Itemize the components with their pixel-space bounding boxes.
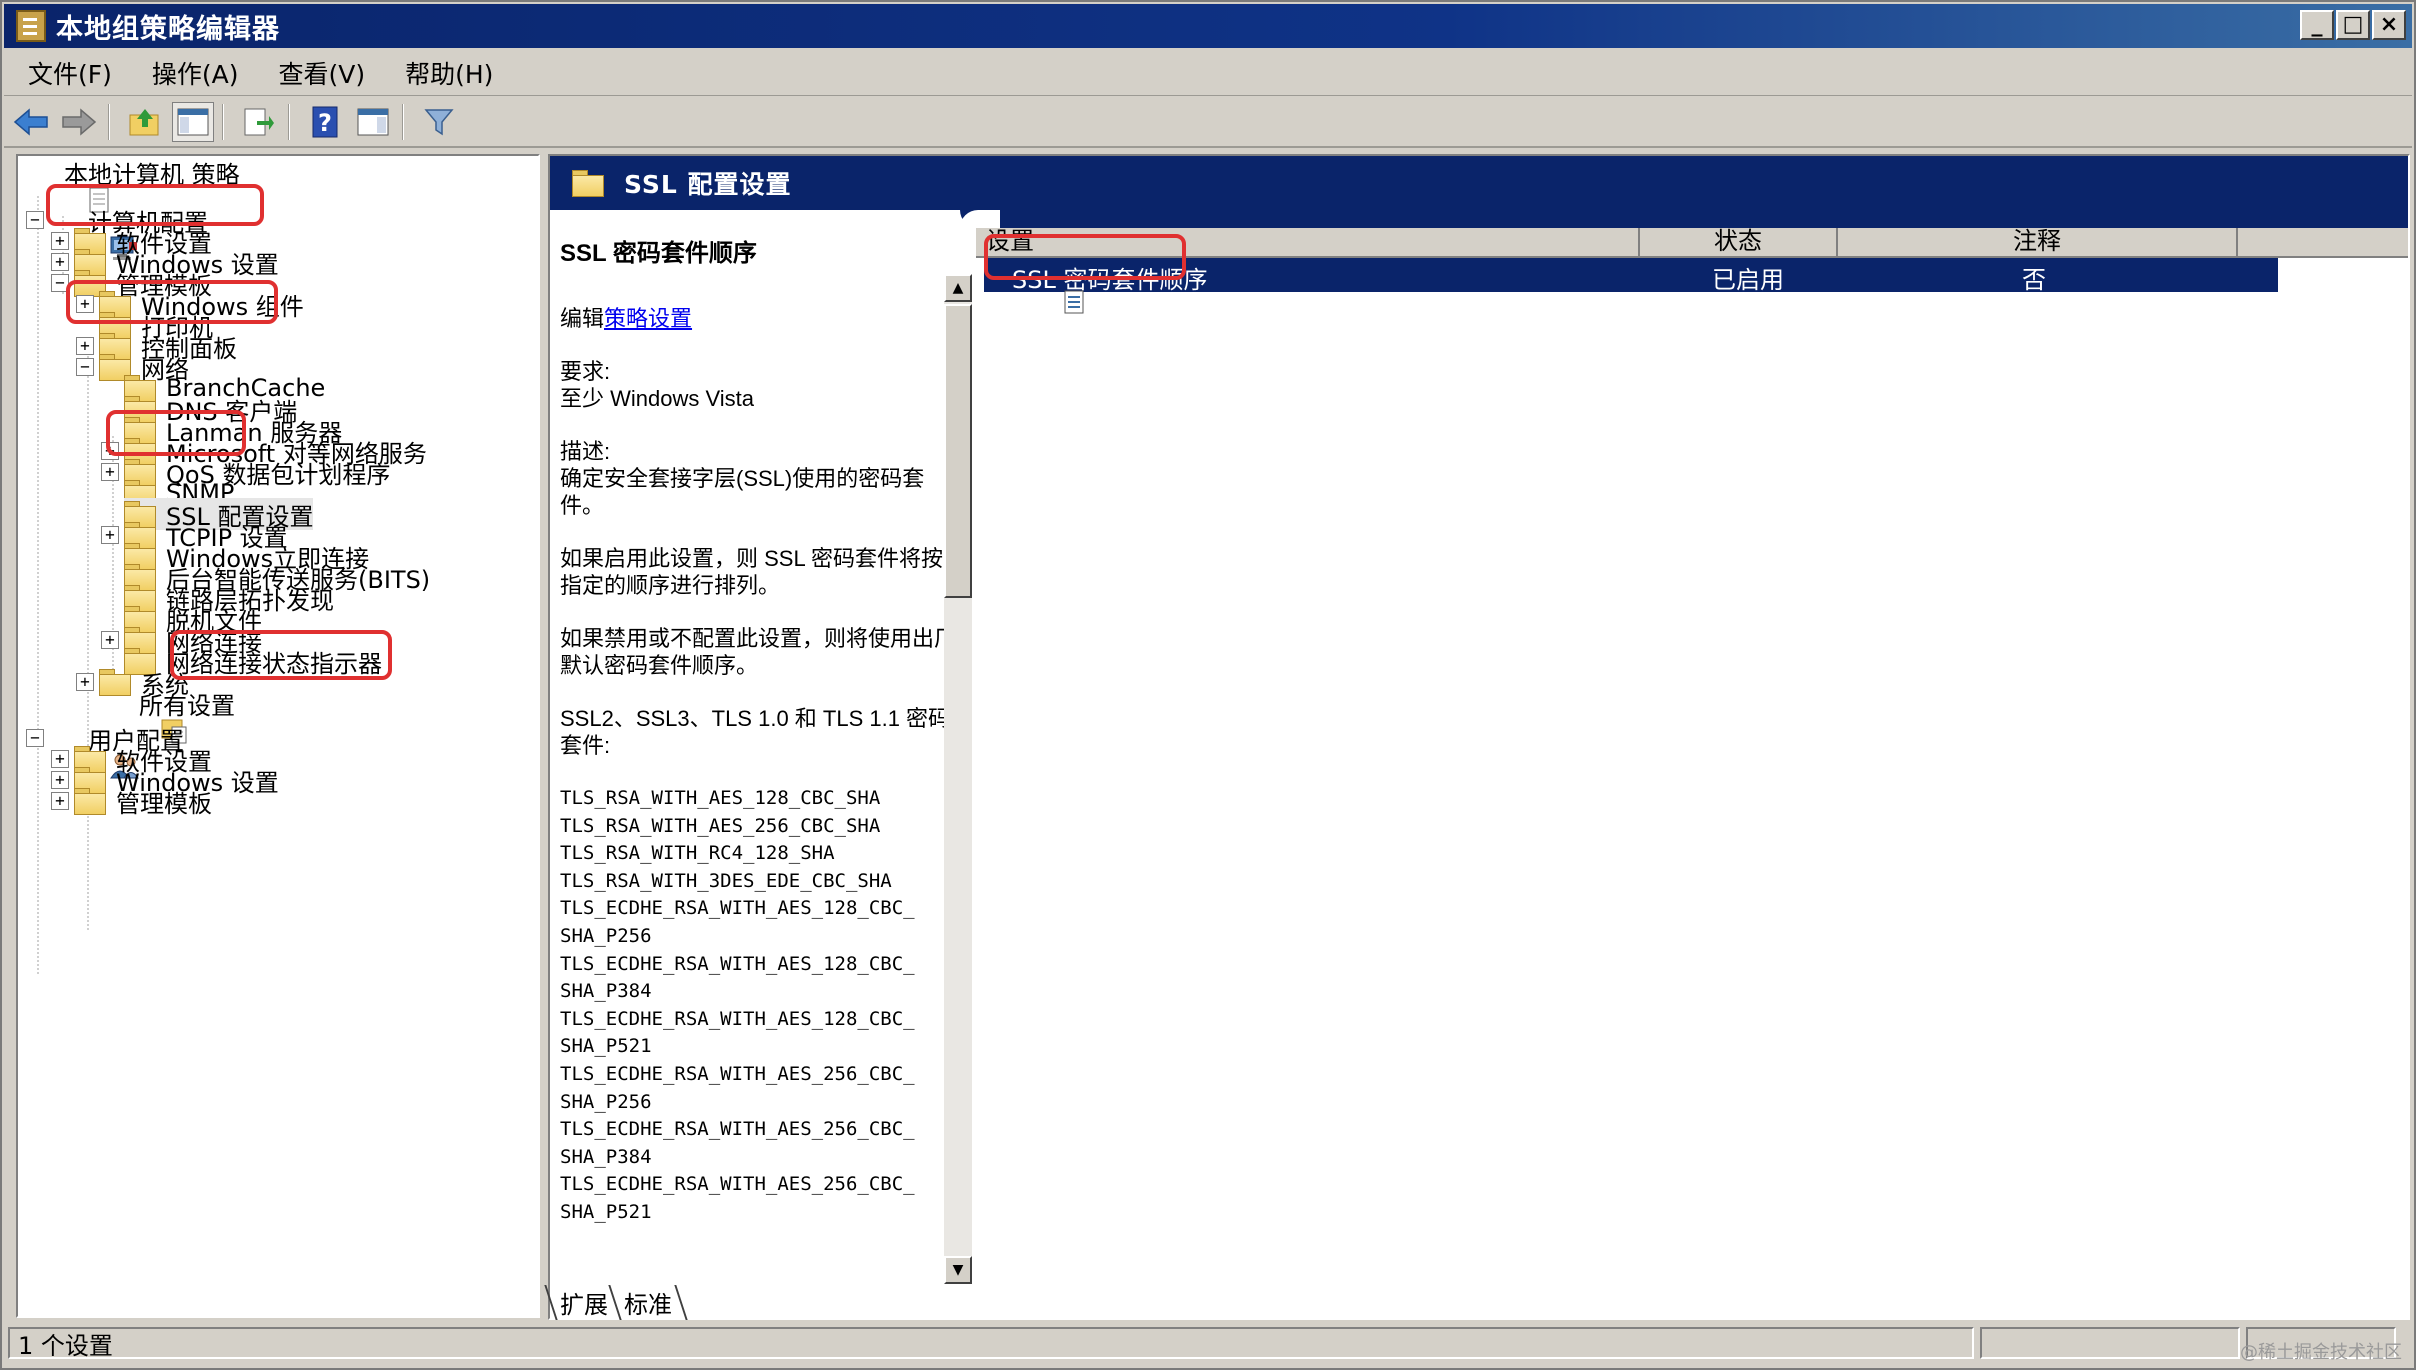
tree-item-label: 管理模板 — [116, 789, 212, 818]
console-tree[interactable]: 本地计算机 策略 − 计算机配置 + 软件设置 + Windows 设置 − 管… — [16, 154, 540, 1318]
edit-policy-line: 编辑策略设置 — [560, 305, 960, 332]
up-folder-icon[interactable] — [124, 102, 166, 142]
settings-list: 设置 状态 注释 SSL 密码套件顺序 已启用 否 — [976, 227, 2408, 1288]
cipher-suite-list: TLS_RSA_WITH_AES_128_CBC_SHA TLS_RSA_WIT… — [560, 787, 915, 1223]
edit-policy-link[interactable]: 策略设置 — [604, 306, 692, 331]
menu-help[interactable]: 帮助(H) — [389, 55, 509, 91]
disabled-text: 如果禁用或不配置此设置，则将使用出厂默认密码套件顺序。 — [560, 626, 957, 678]
description-text: 确定安全套接字层(SSL)使用的密码套件。 — [560, 466, 925, 518]
header-curve — [960, 210, 2408, 228]
back-icon[interactable] — [10, 102, 52, 142]
annotation-box — [66, 280, 278, 324]
annotation-box — [984, 234, 1186, 280]
extended-description: SSL 密码套件顺序 编辑策略设置 要求: 至少 Windows Vista 描述… — [560, 228, 960, 1228]
show-action-pane-icon[interactable] — [352, 102, 394, 142]
all-settings-icon — [99, 689, 187, 744]
view-tabs: 扩展 标准 — [544, 1285, 688, 1320]
requirements-value: 至少 Windows Vista — [560, 386, 754, 411]
toolbar-separator — [288, 104, 290, 140]
scroll-up-icon[interactable]: ▲ — [944, 274, 972, 302]
menu-view[interactable]: 查看(V) — [263, 55, 382, 91]
policy-document-icon — [24, 158, 109, 213]
edit-prefix: 编辑 — [560, 306, 605, 331]
enabled-text: 如果启用此设置，则 SSL 密码套件将按指定的顺序进行排列。 — [560, 546, 943, 598]
expand-toggle[interactable]: + — [51, 792, 69, 810]
expand-toggle[interactable]: + — [76, 673, 94, 691]
toolbar-separator — [222, 104, 224, 140]
folder-icon — [74, 788, 106, 815]
scroll-thumb[interactable] — [944, 304, 972, 598]
menu-bar: 文件(F) 操作(A) 查看(V) 帮助(H) — [4, 50, 2412, 96]
expand-toggle[interactable]: + — [76, 337, 94, 355]
description-block: 描述: 确定安全套接字层(SSL)使用的密码套件。 — [560, 438, 960, 519]
annotation-box — [170, 630, 392, 680]
toolbar-separator — [402, 104, 404, 140]
window-controls: _ □ × — [2300, 10, 2406, 40]
folder-icon — [572, 170, 604, 197]
tree-item-label: 所有设置 — [139, 691, 235, 720]
annotation-box — [46, 184, 264, 226]
requirements-label: 要求: — [560, 359, 611, 384]
expand-toggle[interactable]: + — [51, 750, 69, 768]
toolbar: ? — [4, 98, 2412, 148]
description-title: SSL 密码套件顺序 — [560, 240, 757, 267]
details-pane: SSL 配置设置 SSL 密码套件顺序 编辑策略设置 要求: 至少 Windows… — [548, 154, 2410, 1320]
title-bar[interactable]: 本地组策略编辑器 _ □ × — [4, 4, 2412, 48]
minimize-button[interactable]: _ — [2300, 10, 2334, 40]
close-button[interactable]: × — [2372, 10, 2406, 40]
window-title: 本地组策略编辑器 — [56, 13, 280, 45]
help-icon[interactable]: ? — [304, 102, 346, 142]
expand-toggle[interactable]: + — [51, 232, 69, 250]
status-panel — [1980, 1327, 2240, 1359]
status-bar: 1 个设置 — [8, 1324, 2412, 1362]
setting-state: 已启用 — [1712, 266, 1784, 294]
details-header-title: SSL 配置设置 — [624, 170, 792, 199]
setting-comment: 否 — [2022, 266, 2046, 294]
tree-item-user-admin-templates[interactable]: 管理模板 — [74, 785, 212, 818]
collapse-toggle[interactable]: − — [26, 729, 44, 747]
scroll-down-icon[interactable]: ▼ — [944, 1256, 972, 1284]
expand-toggle[interactable]: + — [51, 771, 69, 789]
collapse-toggle[interactable]: − — [26, 211, 44, 229]
expand-toggle[interactable]: + — [51, 253, 69, 271]
column-header-state[interactable]: 状态 — [1640, 227, 1838, 258]
watermark: @稀土掘金技术社区 — [2240, 1342, 2402, 1363]
menu-action[interactable]: 操作(A) — [136, 55, 255, 91]
description-scrollbar[interactable]: ▲ ▼ — [944, 274, 972, 1284]
export-list-icon[interactable] — [238, 102, 280, 142]
maximize-button[interactable]: □ — [2336, 10, 2370, 40]
menu-file[interactable]: 文件(F) — [12, 55, 128, 91]
expand-toggle[interactable]: + — [101, 526, 119, 544]
suites-intro: SSL2、SSL3、TLS 1.0 和 TLS 1.1 密码套件: — [560, 706, 951, 758]
gpedit-app-icon — [16, 10, 46, 42]
svg-text:?: ? — [318, 109, 332, 137]
filter-icon[interactable] — [418, 102, 460, 142]
app-window: 本地组策略编辑器 _ □ × 文件(F) 操作(A) 查看(V) 帮助(H) ?… — [0, 0, 2416, 1370]
tree-item-all-settings[interactable]: 所有设置 — [99, 687, 235, 744]
details-header: SSL 配置设置 — [550, 156, 2408, 210]
annotation-box — [106, 410, 246, 456]
expand-toggle[interactable]: + — [101, 631, 119, 649]
description-label: 描述: — [560, 439, 611, 464]
tab-standard[interactable]: 标准 — [608, 1285, 688, 1320]
forward-icon[interactable] — [58, 102, 100, 142]
show-hide-tree-icon[interactable] — [172, 102, 214, 142]
collapse-toggle[interactable]: − — [76, 358, 94, 376]
expand-toggle[interactable]: + — [101, 463, 119, 481]
requirements-block: 要求: 至少 Windows Vista — [560, 358, 960, 412]
column-header-blank — [2238, 228, 2408, 258]
toolbar-separator — [108, 104, 110, 140]
column-header-comment[interactable]: 注释 — [1838, 227, 2238, 258]
status-text: 1 个设置 — [8, 1327, 1974, 1360]
